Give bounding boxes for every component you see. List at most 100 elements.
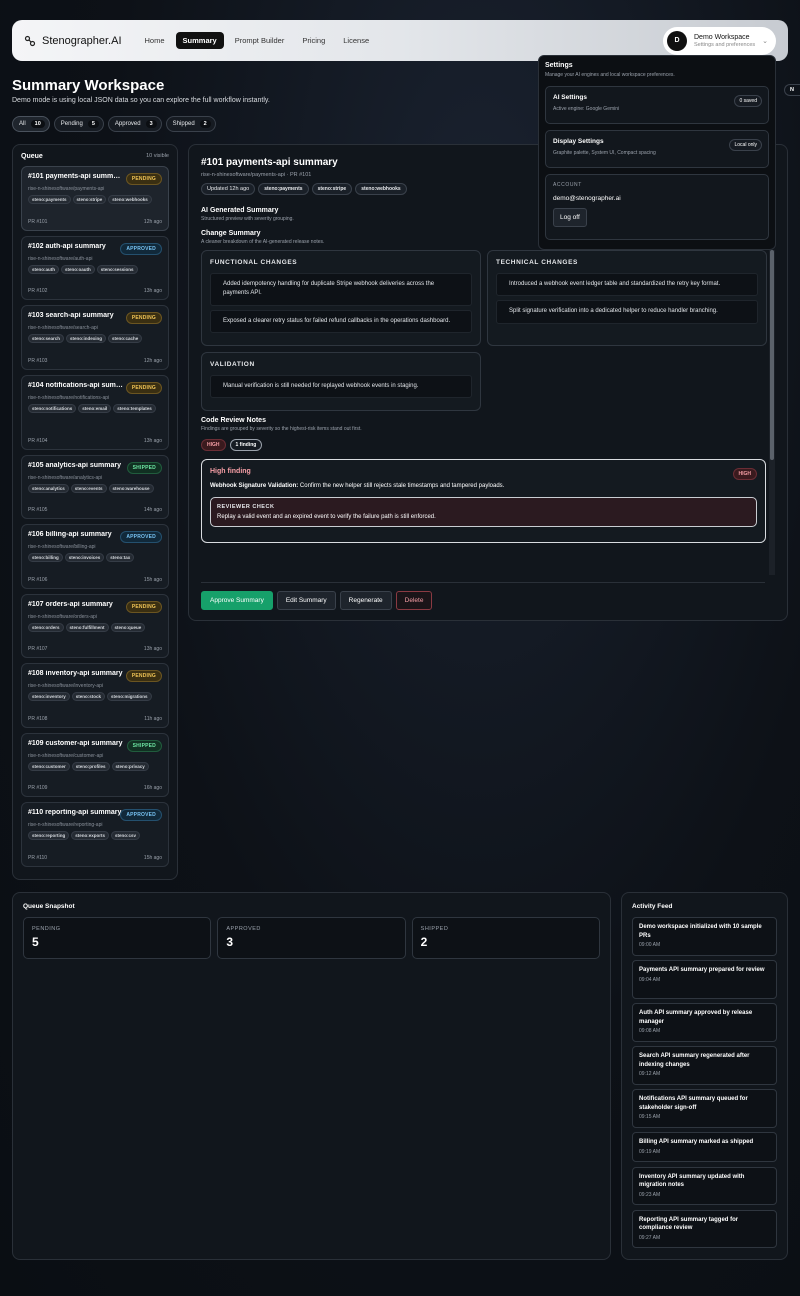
logo-icon xyxy=(24,35,36,46)
card-repo: rise-n-shinesoftware/search-api xyxy=(28,325,98,331)
card-repo: rise-n-shinesoftware/orders-api xyxy=(28,613,97,620)
functional-changes: FUNCTIONAL CHANGES Added idempotency han… xyxy=(201,250,481,346)
card-pr: PR #108 xyxy=(28,715,48,722)
tag: steno:billing xyxy=(28,553,63,562)
queue-card[interactable]: #106 billing-api summary APPROVED rise-n… xyxy=(21,524,169,589)
nav-link-home[interactable]: Home xyxy=(138,32,172,49)
finding-count: 1 finding xyxy=(229,439,263,452)
display-settings-item[interactable]: Display Settings Graphite palette, Syste… xyxy=(545,130,769,168)
card-title: #101 payments-api summary xyxy=(28,173,123,180)
delete-button[interactable]: Delete xyxy=(395,591,433,610)
brand[interactable]: Stenographer.AI xyxy=(24,35,122,47)
snapshot-label: SHIPPED xyxy=(420,926,449,932)
card-pr: PR #106 xyxy=(28,576,48,583)
activity-feed-panel: Activity Feed Demo workspace initialized… xyxy=(621,892,788,1260)
card-pr: PR #101 xyxy=(28,218,48,225)
finding-label: Webhook Signature Validation: xyxy=(210,483,299,490)
severity-filter-high[interactable]: HIGH xyxy=(201,439,226,452)
workspace-menu-button[interactable]: D Demo Workspace Settings and preference… xyxy=(663,26,776,55)
tag: steno:inventory xyxy=(28,692,70,701)
tag: steno:fulfillment xyxy=(65,622,109,632)
account-section: ACCOUNT demo@stenographer.ai Log off xyxy=(545,174,769,240)
partial-pill[interactable]: N xyxy=(784,84,800,96)
status-badge: PENDING xyxy=(125,670,162,682)
activity-text: Search API summary regenerated after ind… xyxy=(639,1053,750,1068)
card-repo: rise-n-shinesoftware/analytics-api xyxy=(28,474,103,481)
brand-name: Stenographer.AI xyxy=(42,34,122,47)
queue-card[interactable]: #105 analytics-api summary SHIPPED rise-… xyxy=(21,454,169,519)
activity-text: Inventory API summary updated with migra… xyxy=(639,1173,745,1189)
card-title: #103 search-api summary xyxy=(28,312,114,319)
chevron-down-icon: ⌄ xyxy=(762,37,769,45)
status-badge: APPROVED xyxy=(120,242,162,255)
activity-time: 09:27 AM xyxy=(639,1234,661,1241)
nav-link-pricing[interactable]: Pricing xyxy=(295,32,332,49)
filter-label: Approved xyxy=(114,121,141,127)
snapshot-value: 3 xyxy=(226,935,234,949)
scrollbar-thumb[interactable] xyxy=(770,250,774,460)
detail-tag: steno:webhooks xyxy=(355,183,407,195)
technical-head: TECHNICAL CHANGES xyxy=(496,259,578,266)
activity-text: Demo workspace initialized with 10 sampl… xyxy=(639,924,762,939)
queue-card[interactable]: #107 orders-api summary PENDING rise-n-s… xyxy=(21,593,169,658)
card-pr: PR #105 xyxy=(28,507,48,513)
status-badge: APPROVED xyxy=(120,531,162,543)
regenerate-button[interactable]: Regenerate xyxy=(339,591,392,610)
card-time: 12h ago xyxy=(143,357,162,364)
activity-time: 09:00 AM xyxy=(639,942,661,949)
page-subtitle: Demo mode is using local JSON data so yo… xyxy=(12,97,270,104)
filter-label: All xyxy=(19,121,26,127)
queue-card[interactable]: #101 payments-api summary PENDING rise-n… xyxy=(21,166,169,231)
status-badge: PENDING xyxy=(125,600,162,613)
nav-link-prompt-builder[interactable]: Prompt Builder xyxy=(228,32,292,49)
card-repo: rise-n-shinesoftware/auth-api xyxy=(28,255,93,262)
card-repo: rise-n-shinesoftware/notifications-api xyxy=(28,394,110,401)
activity-time: 09:19 AM xyxy=(639,1148,661,1155)
card-pr: PR #104 xyxy=(28,437,48,444)
queue-panel: Queue 10 visible #101 payments-api summa… xyxy=(12,144,178,880)
ai-settings-item[interactable]: AI Settings Active engine: Google Gemini… xyxy=(545,86,769,124)
filter-pending[interactable]: Pending 5 xyxy=(53,116,104,132)
approve-summary-button[interactable]: Approve Summary xyxy=(201,591,273,610)
ai-settings-pill: 0 saved xyxy=(734,95,762,107)
detail-scrollbar[interactable] xyxy=(769,250,775,575)
tag: steno:email xyxy=(78,403,112,413)
technical-changes: TECHNICAL CHANGES Introduced a webhook e… xyxy=(487,250,767,346)
card-pr: PR #109 xyxy=(28,785,48,791)
card-repo: rise-n-shinesoftware/inventory-api xyxy=(28,683,104,689)
snapshot-title: Queue Snapshot xyxy=(23,903,75,910)
nav-link-license[interactable]: License xyxy=(336,32,376,49)
queue-card[interactable]: #102 auth-api summary APPROVED rise-n-sh… xyxy=(21,235,169,300)
code-review-title: Code Review Notes xyxy=(201,417,266,425)
log-off-button[interactable]: Log off xyxy=(553,208,587,227)
filter-shipped[interactable]: Shipped 2 xyxy=(165,116,216,132)
snapshot-card-shipped: SHIPPED 2 xyxy=(411,917,600,959)
activity-item: Notifications API summary queued for sta… xyxy=(632,1089,777,1128)
tag: steno:customer xyxy=(28,761,70,771)
tag: steno:webhooks xyxy=(108,195,152,204)
status-badge: PENDING xyxy=(125,312,162,324)
queue-card[interactable]: #108 inventory-api summary PENDING rise-… xyxy=(21,663,169,728)
card-title: #107 orders-api summary xyxy=(28,600,113,608)
queue-card[interactable]: #109 customer-api summary SHIPPED rise-n… xyxy=(21,732,169,797)
status-badge: APPROVED xyxy=(120,809,162,821)
queue-card[interactable]: #103 search-api summary PENDING rise-n-s… xyxy=(21,305,169,370)
tag: steno:migrations xyxy=(107,692,152,701)
tag: steno:exports xyxy=(71,831,110,840)
change-item: Introduced a webhook event ledger table … xyxy=(496,273,758,297)
ai-settings-title: AI Settings xyxy=(553,94,587,101)
queue-card[interactable]: #110 reporting-api summary APPROVED rise… xyxy=(21,802,169,867)
display-settings-pill: Local only xyxy=(729,139,762,151)
filter-count: 2 xyxy=(199,120,211,128)
edit-summary-button[interactable]: Edit Summary xyxy=(276,591,336,610)
tag: steno:notifications xyxy=(28,403,77,413)
nav-link-summary[interactable]: Summary xyxy=(175,32,224,49)
queue-card[interactable]: #104 notifications-api summary PENDING r… xyxy=(21,374,169,450)
tag: steno:queue xyxy=(110,622,146,632)
filter-approved[interactable]: Approved 3 xyxy=(107,116,162,132)
snapshot-card-approved: APPROVED 3 xyxy=(217,917,406,959)
workspace-sub: Settings and preferences xyxy=(694,41,756,48)
snapshot-value: 5 xyxy=(32,935,39,949)
tag: steno:invoices xyxy=(64,553,105,562)
filter-all[interactable]: All 10 xyxy=(12,116,50,132)
